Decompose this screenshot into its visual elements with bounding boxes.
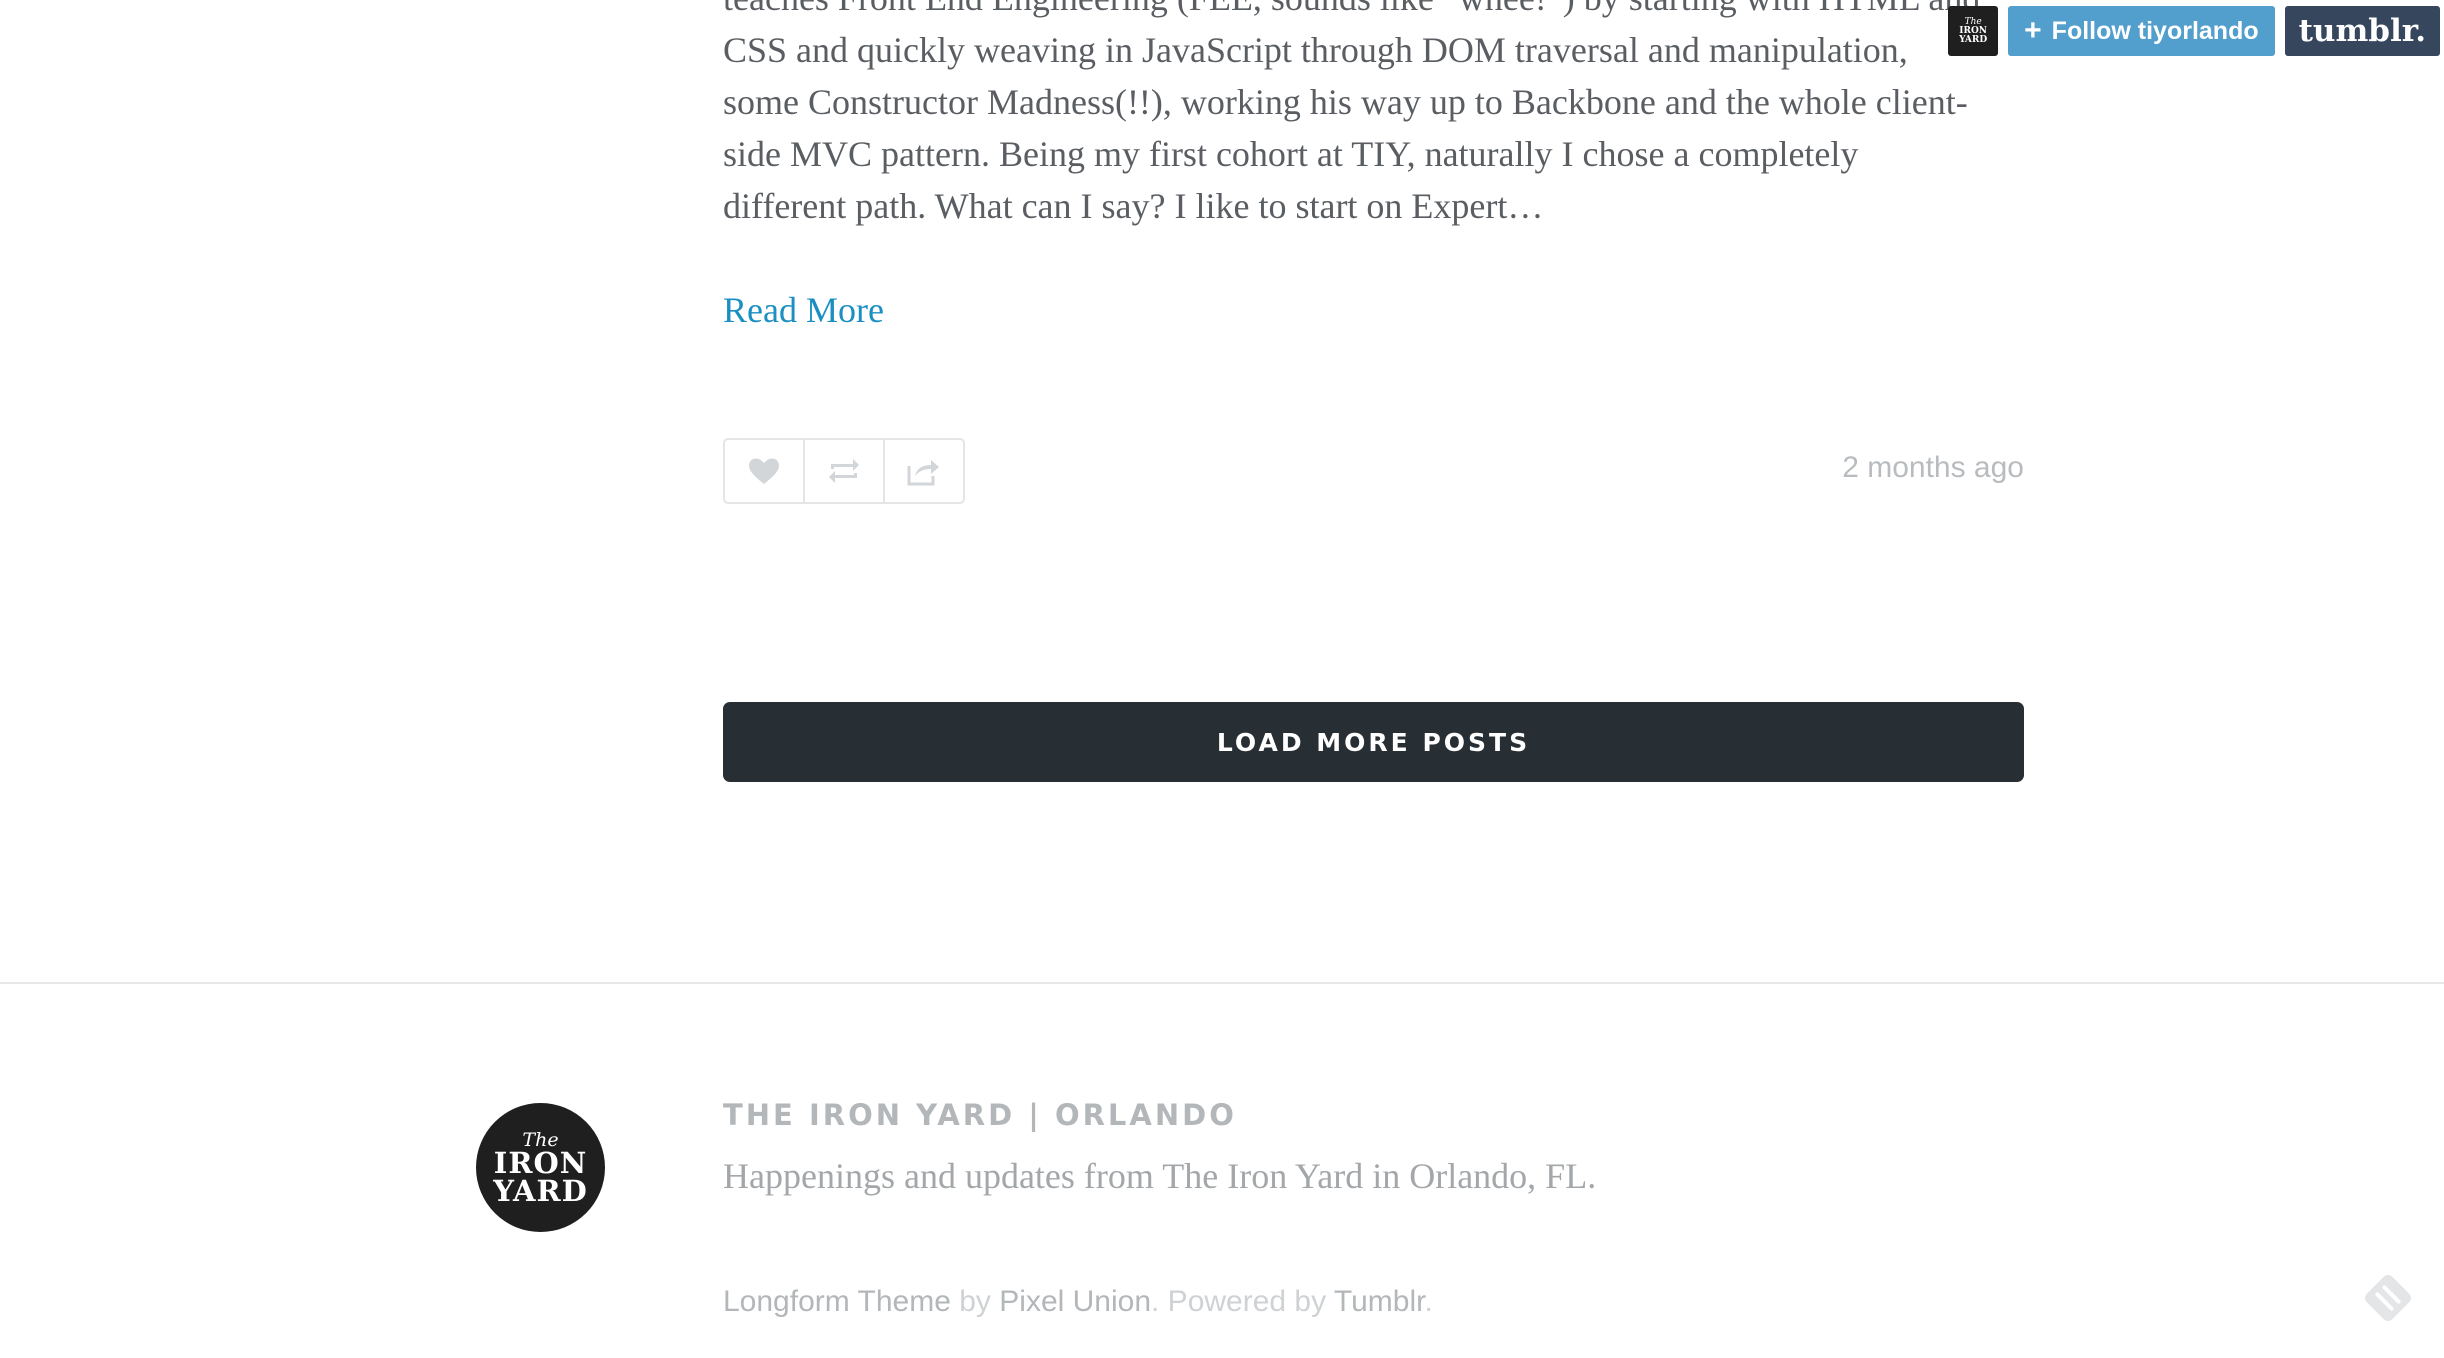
load-more-posts-button[interactable]: LOAD MORE POSTS (723, 702, 2024, 782)
tumblr-controls: The IRON YARD + Follow tiyorlando tumblr… (1948, 6, 2440, 56)
blog-description: Happenings and updates from The Iron Yar… (723, 1156, 1597, 1196)
platform-link[interactable]: Tumblr (1334, 1285, 1425, 1318)
excerpt-line: side MVC pattern. Being my first cohort … (723, 134, 1859, 174)
follow-button[interactable]: + Follow tiyorlando (2008, 6, 2275, 56)
excerpt-line: different path. What can I say? I like t… (723, 186, 1544, 226)
credits-end: . (1424, 1285, 1433, 1318)
follow-label: Follow tiyorlando (2051, 16, 2259, 45)
post-date[interactable]: 2 months ago (1842, 446, 2024, 490)
excerpt-line: CSS and quickly weaving in JavaScript th… (723, 30, 1908, 70)
author-link[interactable]: Pixel Union (999, 1285, 1151, 1318)
blog-title[interactable]: THE IRON YARD | ORLANDO (723, 1098, 1237, 1132)
theme-link[interactable]: Longform Theme (723, 1285, 951, 1318)
tumblr-logo[interactable]: tumblr. (2284, 6, 2440, 56)
credits-powered: . Powered by (1151, 1285, 1334, 1318)
logo-iron: IRON (493, 1145, 588, 1180)
excerpt-line: some Constructor Madness(!!), working hi… (723, 82, 1968, 122)
share-button[interactable] (885, 440, 963, 502)
footer-divider (0, 982, 2444, 984)
reblog-button[interactable] (805, 440, 885, 502)
post-actions (723, 438, 965, 504)
blog-logo[interactable]: The IRON YARD (476, 1103, 605, 1232)
rss-feed-icon[interactable] (2362, 1272, 2414, 1324)
excerpt-line: teaches Front End Engineering (FEE, soun… (723, 0, 2023, 24)
like-button[interactable] (725, 440, 805, 502)
share-icon (907, 460, 939, 486)
reblog-icon (829, 459, 859, 483)
like-icon (749, 458, 779, 484)
footer-credits: Longform Theme by Pixel Union. Powered b… (723, 1280, 1433, 1324)
blog-avatar[interactable]: The IRON YARD (1948, 6, 1999, 56)
read-more-link[interactable]: Read More (723, 284, 884, 336)
avatar-yard: YARD (1959, 34, 1988, 45)
post-excerpt: teaches Front End Engineering (FEE, soun… (723, 0, 2023, 232)
plus-icon: + (2024, 14, 2042, 47)
credits-by: by (950, 1285, 1000, 1318)
logo-yard: YARD (493, 1173, 588, 1208)
